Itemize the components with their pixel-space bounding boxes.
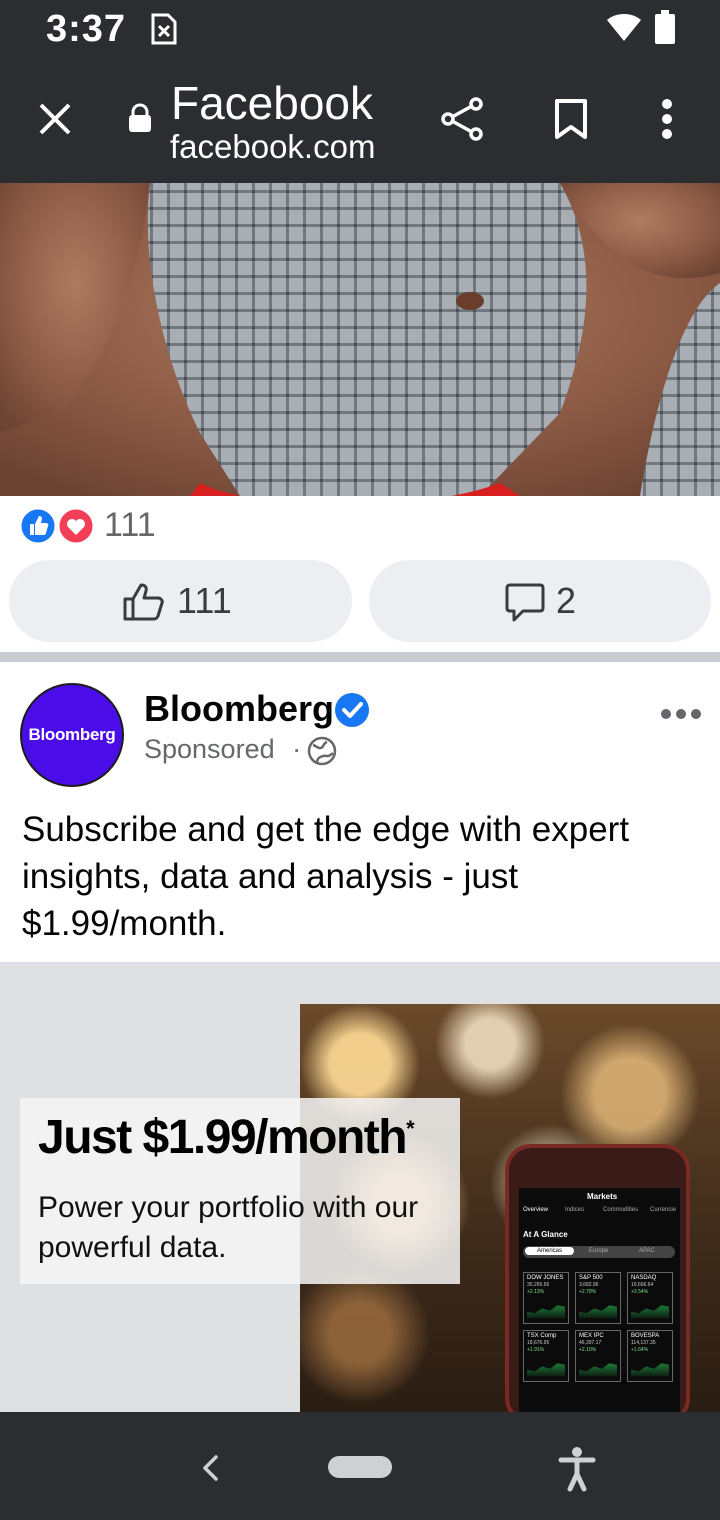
tab-overview: Overview [523, 1207, 549, 1213]
page-title: Facebook [171, 77, 374, 129]
status-bar: 3:37 [0, 0, 720, 58]
comment-count: 2 [556, 580, 577, 621]
tab-commodities: Commodities [603, 1207, 639, 1213]
bloomberg-avatar[interactable]: Bloomberg [20, 683, 124, 787]
tile-value: 18,676.95 [527, 1340, 550, 1346]
tile-sparkline [527, 1363, 565, 1376]
tile-change: +1.64% [631, 1347, 649, 1353]
market-tile: S&P 500 3,682.96 +2.79% [575, 1272, 621, 1324]
verified-badge-icon [335, 693, 369, 727]
post-divider [0, 652, 720, 662]
tile-name: BOVESPA [631, 1333, 660, 1339]
status-time: 3:37 [46, 8, 127, 50]
share-icon[interactable] [440, 96, 486, 142]
page-url: facebook.com [170, 128, 376, 165]
lock-icon [129, 103, 151, 132]
back-icon[interactable] [200, 1454, 220, 1482]
region-americas: Americas [525, 1247, 575, 1255]
wifi-icon [607, 14, 641, 41]
browser-toolbar: Facebook facebook.com [0, 58, 720, 183]
comment-icon [505, 583, 545, 622]
market-tile: BOVESPA 114,137.35 +1.64% [627, 1330, 673, 1382]
page-name[interactable]: Bloomberg [144, 688, 334, 730]
battery-icon [655, 10, 675, 44]
sponsored-label[interactable]: Sponsored [144, 734, 275, 764]
phone-mockup: Markets Overview Indices Commodities Cur… [505, 1144, 690, 1412]
tile-value: 30,265.56 [527, 1282, 550, 1288]
markets-header: Markets [587, 1192, 618, 1201]
globe-icon [307, 736, 337, 766]
meta-separator: · [292, 734, 302, 764]
ad-headline-text: Just $1.99/month [38, 1111, 408, 1164]
tile-sparkline [631, 1363, 669, 1376]
thumbs-up-icon [123, 583, 164, 621]
tile-sparkline [527, 1305, 565, 1318]
close-icon[interactable] [38, 102, 72, 136]
region-europe: Europe [589, 1248, 609, 1254]
home-button[interactable] [328, 1456, 392, 1478]
market-tile: NASDAQ 10,666.64 +3.54% [627, 1272, 673, 1324]
tile-change: +2.13% [527, 1289, 545, 1295]
system-nav-bar [0, 1412, 720, 1520]
tile-sparkline [579, 1363, 617, 1376]
phone-screen: Markets Overview Indices Commodities Cur… [519, 1188, 680, 1412]
post-photo[interactable] [0, 183, 720, 496]
market-tile: TSX Comp 18,676.95 +1.91% [523, 1330, 569, 1382]
tile-value: 10,666.64 [631, 1282, 654, 1288]
ad-text-box: Just $1.99/month* Power your portfolio w… [20, 1098, 460, 1284]
tile-name: MEX IPC [579, 1333, 604, 1339]
region-apac: APAC [639, 1248, 655, 1254]
avatar-logo-text: Bloomberg [28, 725, 116, 744]
ad-creative[interactable]: Markets Overview Indices Commodities Cur… [0, 964, 720, 1412]
tile-change: +2.79% [579, 1289, 597, 1295]
reaction-count: 111 [104, 506, 156, 544]
tile-value: 114,137.35 [631, 1340, 656, 1346]
comment-button[interactable]: 2 [369, 560, 711, 642]
like-count: 111 [177, 580, 232, 621]
tab-currencies: Currencie [650, 1207, 677, 1213]
post-text: Subscribe and get the edge with expert i… [22, 810, 630, 943]
notification-icon [151, 13, 177, 45]
more-options-icon[interactable] [660, 98, 674, 140]
at-a-glance-heading: At A Glance [523, 1230, 568, 1239]
like-love-reactions-icon [18, 506, 96, 546]
like-button[interactable]: 111 [9, 560, 352, 642]
market-tile: DOW JONES 30,265.56 +2.13% [523, 1272, 569, 1324]
tile-value: 3,682.96 [579, 1282, 599, 1288]
tile-change: +3.54% [631, 1289, 649, 1295]
tile-name: S&P 500 [579, 1275, 603, 1281]
tile-sparkline [579, 1305, 617, 1318]
tile-sparkline [631, 1305, 669, 1318]
bookmark-icon[interactable] [554, 98, 588, 140]
tab-indices: Indices [565, 1207, 585, 1213]
accessibility-icon[interactable] [558, 1446, 596, 1492]
tile-change: +2.10% [579, 1347, 597, 1353]
ad-subline: Power your portfolio with our powerful d… [38, 1191, 419, 1264]
tile-name: TSX Comp [527, 1333, 557, 1339]
photo-content [0, 183, 720, 496]
post-meta: Sponsored · [144, 734, 301, 765]
ad-headline: Just $1.99/month* [38, 1110, 415, 1165]
post-options-icon[interactable] [660, 707, 702, 721]
tile-name: NASDAQ [631, 1275, 657, 1281]
market-tile: MEX IPC 46,397.17 +2.10% [575, 1330, 621, 1382]
tile-name: DOW JONES [527, 1275, 564, 1281]
tile-change: +1.91% [527, 1347, 545, 1353]
tile-value: 46,397.17 [579, 1340, 602, 1346]
ad-asterisk: * [406, 1116, 415, 1141]
